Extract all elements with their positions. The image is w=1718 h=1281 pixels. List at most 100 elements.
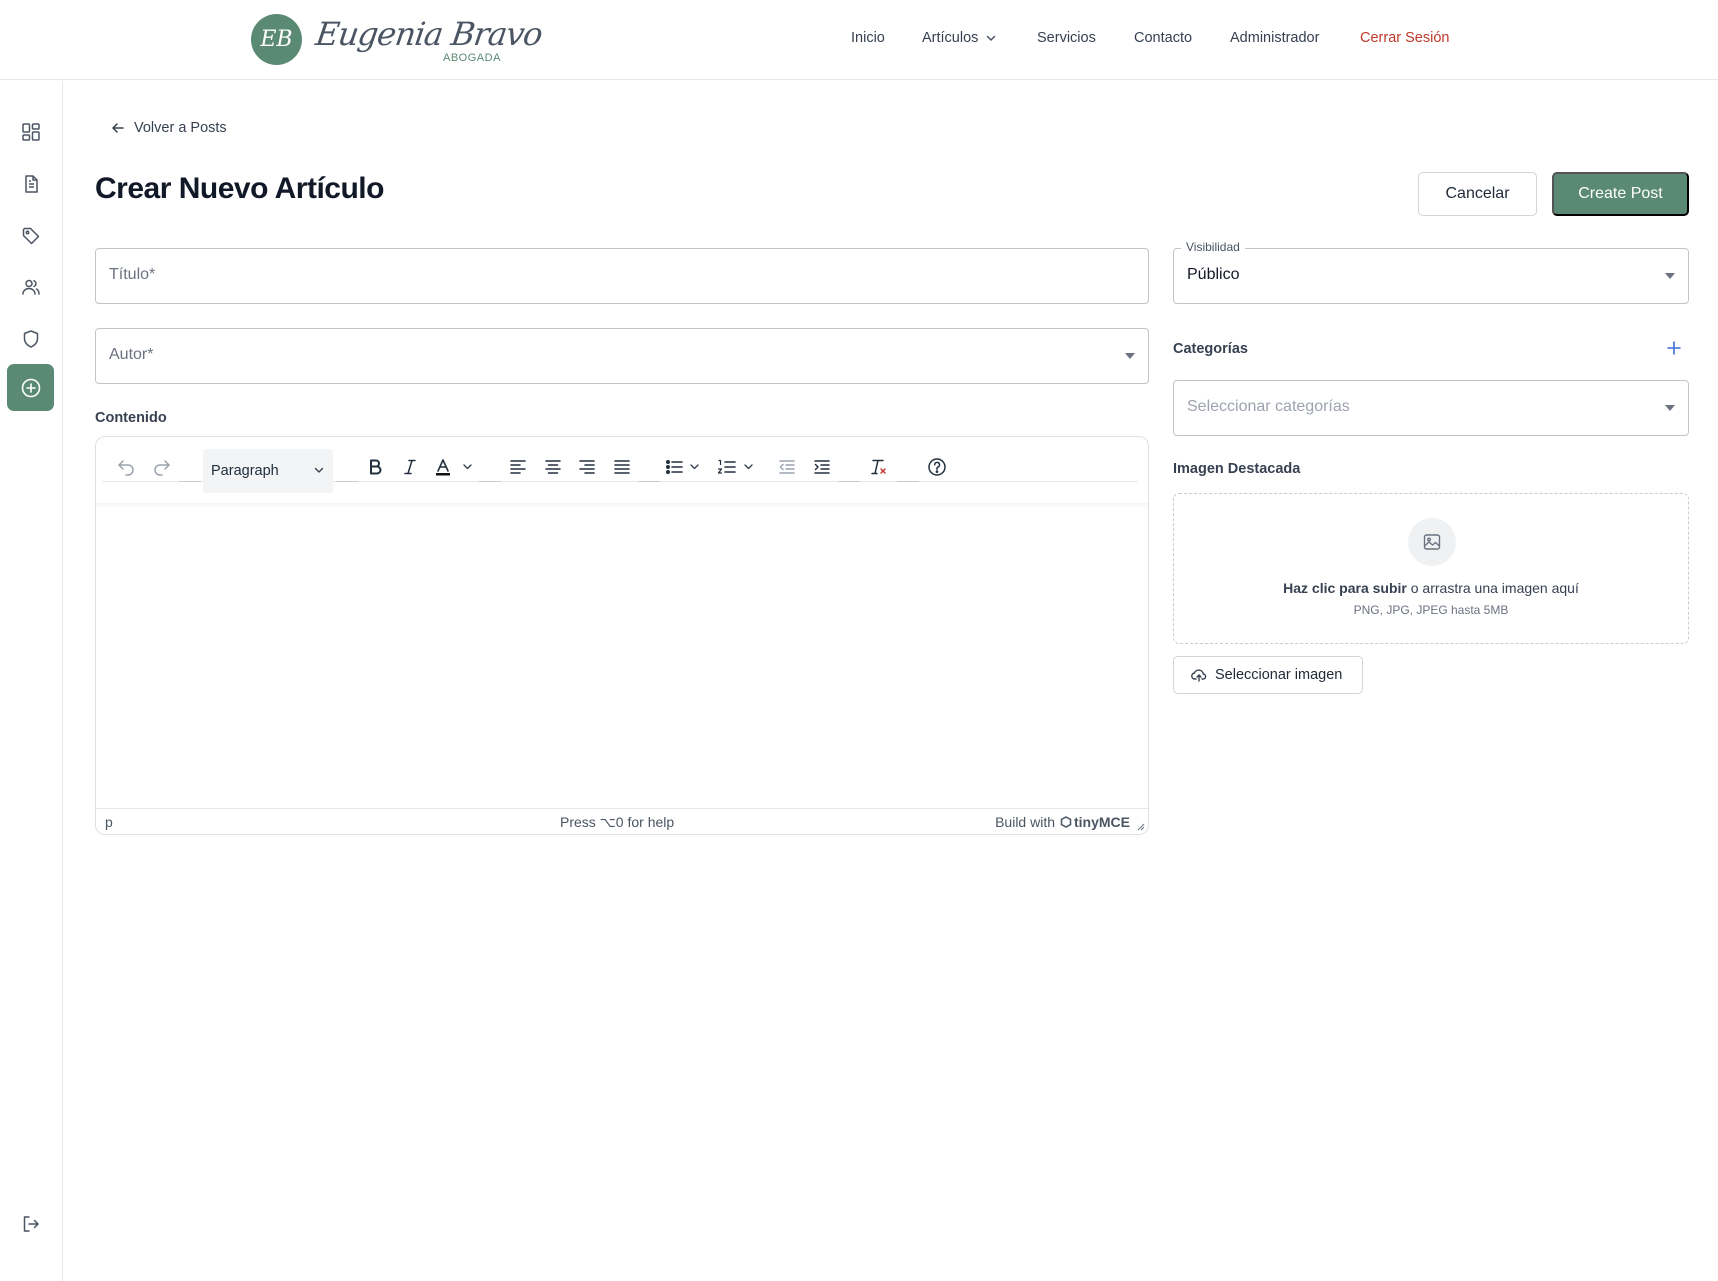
bold-button[interactable]: [362, 453, 388, 481]
dropzone-instructions: Haz clic para subir o arrastra una image…: [1174, 580, 1688, 596]
italic-button[interactable]: [397, 453, 423, 481]
editor-content-area[interactable]: [96, 503, 1148, 810]
cancel-button[interactable]: Cancelar: [1418, 172, 1537, 216]
dropdown-arrow-icon: [1665, 273, 1675, 279]
back-link-label: Volver a Posts: [134, 120, 227, 136]
nav-item-servicios[interactable]: Servicios: [1037, 30, 1096, 46]
editor-toolbar: Paragraph: [96, 437, 1148, 503]
content-label: Contenido: [95, 410, 167, 426]
indent-icon: [812, 457, 832, 477]
align-right-button[interactable]: [574, 453, 600, 481]
indent-button[interactable]: [809, 453, 835, 481]
toolbar-separator: [479, 481, 501, 482]
visibility-value: Público: [1187, 266, 1240, 283]
sidebar-item-posts[interactable]: [7, 160, 54, 207]
numbered-list-icon: [716, 457, 760, 477]
align-left-icon: [508, 457, 528, 477]
align-justify-button[interactable]: [609, 453, 635, 481]
toolbar-separator: [336, 481, 358, 482]
brand-logo[interactable]: EB Eugenia Bravo ABOGADA: [251, 11, 544, 67]
nav-item-inicio[interactable]: Inicio: [851, 30, 885, 46]
logo-name: Eugenia Bravo: [313, 15, 545, 53]
rich-text-editor: Paragraph p Press ⌥0 for help Build with…: [95, 436, 1149, 835]
image-dropzone[interactable]: Haz clic para subir o arrastra una image…: [1173, 493, 1689, 644]
required-mark: *: [147, 346, 154, 363]
editor-statusbar: p Press ⌥0 for help Build with tinyMCE: [96, 808, 1148, 834]
tinymce-logo-text: tinyMCE: [1074, 814, 1130, 830]
block-format-select[interactable]: Paragraph: [203, 449, 333, 493]
logo-monogram: EB: [251, 13, 302, 65]
sidebar-item-tags[interactable]: [7, 212, 54, 259]
tag-icon: [21, 226, 41, 246]
chevron-down-icon: [985, 32, 997, 44]
select-image-label: Seleccionar imagen: [1215, 667, 1343, 683]
categories-select[interactable]: Seleccionar categorías: [1173, 380, 1689, 436]
tinymce-logo: tinyMCE: [1060, 814, 1130, 830]
toolbar-separator: [838, 481, 860, 482]
bullet-list-icon: [664, 457, 708, 477]
editor-branding[interactable]: Build with tinyMCE: [995, 814, 1130, 830]
dashboard-icon: [21, 122, 41, 142]
dropzone-drag-text: o arrastra una imagen aquí: [1406, 580, 1579, 596]
sidebar-item-security[interactable]: [7, 315, 54, 362]
plus-circle-icon: [20, 377, 42, 399]
sidebar-logout[interactable]: [7, 1200, 54, 1247]
document-icon: [21, 174, 41, 194]
nav-item-administrador[interactable]: Administrador: [1230, 30, 1319, 46]
branding-prefix: Build with: [995, 814, 1055, 830]
align-left-button[interactable]: [505, 453, 531, 481]
element-path[interactable]: p: [105, 814, 113, 830]
toolbar-separator: [638, 481, 660, 482]
upload-cloud-icon: [1191, 667, 1207, 683]
dropdown-arrow-icon: [1665, 405, 1675, 411]
chevron-down-icon: [313, 464, 325, 476]
align-right-icon: [577, 457, 597, 477]
dropzone-click-text: Haz clic para subir: [1283, 580, 1407, 596]
clear-format-button[interactable]: [865, 453, 891, 481]
undo-icon: [116, 457, 136, 477]
sidebar-item-new-post[interactable]: [7, 364, 54, 411]
visibility-label: Visibilidad: [1181, 240, 1245, 254]
numbered-list-button[interactable]: [715, 453, 761, 481]
text-color-button[interactable]: [431, 453, 479, 481]
author-field-label: Autor*: [109, 346, 154, 363]
nav-item-contacto[interactable]: Contacto: [1134, 30, 1192, 46]
visibility-select[interactable]: Público: [1173, 248, 1689, 304]
bullet-list-button[interactable]: [663, 453, 709, 481]
sidebar-item-users[interactable]: [7, 263, 54, 310]
featured-image-label: Imagen Destacada: [1173, 461, 1301, 477]
back-to-posts-link[interactable]: Volver a Posts: [111, 120, 227, 136]
logo-subtitle: ABOGADA: [443, 52, 501, 64]
create-post-button[interactable]: Create Post: [1552, 172, 1689, 216]
arrow-left-icon: [111, 121, 125, 135]
select-image-button[interactable]: Seleccionar imagen: [1173, 656, 1363, 694]
align-justify-icon: [612, 457, 632, 477]
page-title: Crear Nuevo Artículo: [95, 172, 384, 205]
toolbar-separator: [897, 481, 919, 482]
plus-icon: [1667, 341, 1681, 355]
logo-wordmark: Eugenia Bravo ABOGADA: [313, 11, 544, 67]
top-navbar: EB Eugenia Bravo ABOGADA Inicio Artículo…: [0, 0, 1718, 80]
shield-icon: [21, 329, 41, 349]
image-icon: [1408, 518, 1456, 566]
dropzone-hint: PNG, JPG, JPEG hasta 5MB: [1353, 603, 1509, 617]
sidebar-item-dashboard[interactable]: [7, 108, 54, 155]
title-field[interactable]: Título*: [95, 248, 1149, 304]
redo-button[interactable]: [149, 453, 175, 481]
categories-label: Categorías: [1173, 341, 1248, 357]
resize-handle-icon[interactable]: [1135, 821, 1145, 831]
help-hint: Press ⌥0 for help: [560, 814, 675, 830]
help-button[interactable]: [924, 453, 950, 481]
add-category-button[interactable]: [1664, 338, 1684, 358]
undo-button[interactable]: [113, 453, 139, 481]
nav-item-cerrar-sesion[interactable]: Cerrar Sesión: [1360, 30, 1449, 46]
italic-icon: [400, 457, 420, 477]
author-select[interactable]: Autor*: [95, 328, 1149, 384]
bold-icon: [365, 457, 385, 477]
align-center-button[interactable]: [540, 453, 566, 481]
redo-icon: [152, 457, 172, 477]
text-color-icon: [433, 457, 477, 477]
help-icon: [927, 457, 947, 477]
outdent-button[interactable]: [774, 453, 800, 481]
nav-item-articulos[interactable]: Artículos: [922, 30, 997, 46]
